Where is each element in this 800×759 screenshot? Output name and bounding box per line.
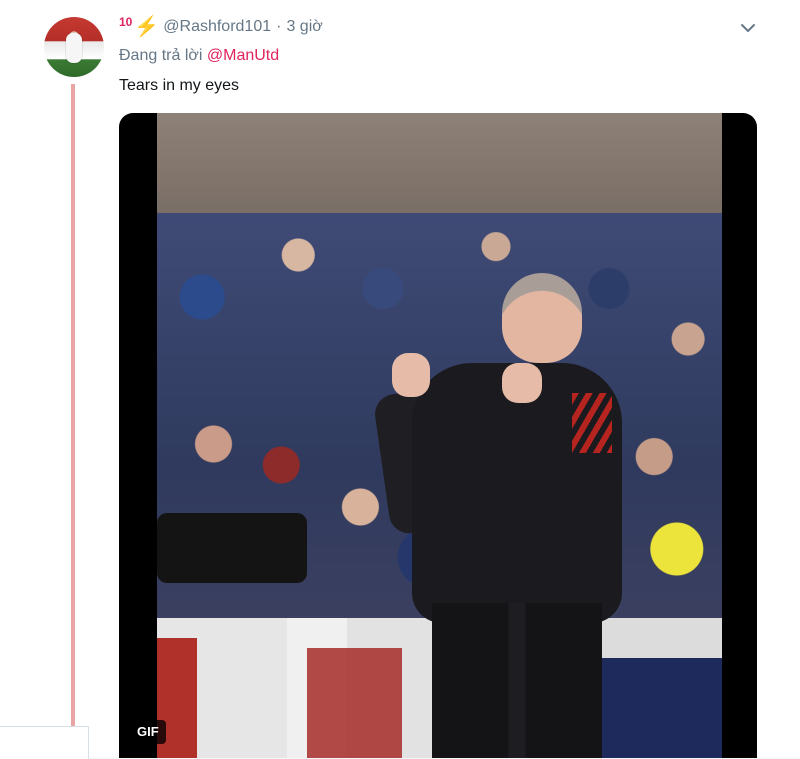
gif-media[interactable]: GIF [119,113,757,758]
user-handle[interactable]: @Rashford101 [163,18,271,36]
lightning-bolt-icon: ⚡ [134,16,160,38]
tweet-timestamp[interactable]: 3 giờ [286,18,322,36]
avatar[interactable] [44,17,104,77]
separator-dot: · [276,18,282,35]
replying-prefix: Đang trả lời [119,47,203,64]
tweet-header: 10 ⚡ @Rashford101 · 3 giờ [119,15,323,39]
camera [157,513,307,583]
tweet-text: Tears in my eyes [119,77,240,94]
replying-to: Đang trả lời @ManUtd [119,47,279,65]
display-name-badge: 10 [119,15,133,29]
bottom-left-panel [0,726,89,759]
gif-frame [157,113,722,758]
chevron-down-icon[interactable] [739,19,757,37]
gif-badge: GIF [130,720,166,744]
celebrating-man [372,273,642,758]
replying-to-mention[interactable]: @ManUtd [207,47,279,64]
tweet: 10 ⚡ @Rashford101 · 3 giờ Đang trả lời @… [0,0,800,759]
thread-line [71,84,75,734]
